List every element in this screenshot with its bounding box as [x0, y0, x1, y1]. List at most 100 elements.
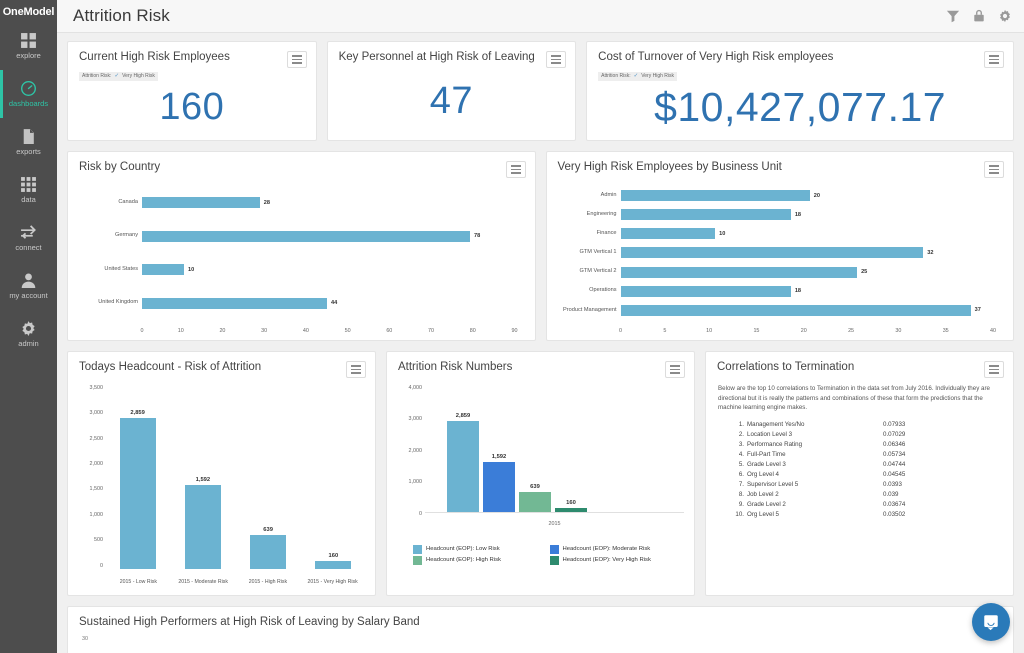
- card-menu-button[interactable]: [546, 51, 566, 68]
- gear-icon[interactable]: [998, 9, 1012, 23]
- chat-widget-button[interactable]: [972, 603, 1010, 641]
- chart-card-todays-headcount: Todays Headcount - Risk of Attrition 3,5…: [67, 351, 376, 596]
- bar[interactable]: [142, 197, 260, 208]
- bar-column: 2,859: [447, 384, 479, 513]
- bar[interactable]: [185, 485, 221, 569]
- bar-row: 44: [142, 298, 521, 309]
- kpi-card-cost-of-turnover: Cost of Turnover of Very High Risk emplo…: [586, 41, 1014, 141]
- axis-tick: 1,000: [74, 513, 106, 518]
- bar[interactable]: [315, 561, 351, 569]
- bar[interactable]: [621, 247, 924, 258]
- bar[interactable]: [142, 264, 184, 275]
- axis-tick: 0: [141, 328, 144, 334]
- axis-tick: 70: [428, 328, 434, 334]
- axis-tick: 3,500: [74, 386, 106, 391]
- bar[interactable]: [621, 305, 971, 316]
- card-menu-button[interactable]: [984, 161, 1004, 178]
- plot-area: 20181032251837 0510152025303540: [621, 186, 1000, 336]
- bar[interactable]: [483, 462, 515, 513]
- chart-area: AdminEngineeringFinanceGTM Vertical 1GTM…: [547, 178, 1014, 340]
- correlation-name: Performance Rating: [744, 440, 802, 450]
- legend-item[interactable]: Headcount (EOP): Moderate Risk: [550, 545, 681, 554]
- bar[interactable]: [621, 209, 791, 220]
- axis-tick: 30: [895, 328, 901, 334]
- card-menu-button[interactable]: [984, 51, 1004, 68]
- sidebar-item-exports[interactable]: exports: [0, 118, 57, 166]
- filter-icon[interactable]: [946, 9, 960, 23]
- card-menu-button[interactable]: [665, 361, 685, 378]
- category-label: 2015 - Low Risk: [106, 579, 171, 585]
- card-title: Current High Risk Employees: [79, 51, 230, 65]
- bar[interactable]: [621, 286, 791, 297]
- sidebar-item-dashboards[interactable]: dashboards: [0, 70, 57, 118]
- axis-tick: 90: [511, 328, 517, 334]
- bar[interactable]: [621, 267, 858, 278]
- bar-row: 20: [621, 190, 1000, 201]
- bar[interactable]: [250, 535, 286, 569]
- card-header: Risk by Country: [68, 152, 535, 178]
- bar[interactable]: [447, 421, 479, 513]
- correlation-row: 7.Supervisor Level 50.0393: [730, 480, 1001, 490]
- sidebar-item-data[interactable]: data: [0, 166, 57, 214]
- correlation-value: 0.07029: [883, 430, 1001, 440]
- bar-value-label: 160: [566, 500, 576, 506]
- y-axis-tick: 30: [82, 636, 1013, 642]
- sidebar-item-label: connect: [15, 244, 41, 252]
- bar[interactable]: [142, 298, 327, 309]
- bar-value-label: 44: [331, 300, 337, 306]
- filter-pill: Attrition Risk: ✓ Very High Risk: [598, 72, 677, 81]
- category-label: Admin: [555, 193, 621, 199]
- gauge-icon: [20, 80, 37, 97]
- axis-line: [425, 512, 684, 513]
- correlation-value: 0.039: [883, 490, 1001, 500]
- sidebar-item-my-account[interactable]: my account: [0, 262, 57, 310]
- sidebar-item-connect[interactable]: connect: [0, 214, 57, 262]
- plot-area: 2,8591,592639160 2015: [425, 384, 684, 539]
- lower-charts-row: Todays Headcount - Risk of Attrition 3,5…: [67, 351, 1014, 596]
- bar[interactable]: [519, 492, 551, 513]
- document-icon: [20, 128, 37, 145]
- axis-tick: 10: [178, 328, 184, 334]
- correlation-rank: 2.: [730, 430, 744, 440]
- bars: 20181032251837: [621, 186, 1000, 320]
- chart-card-attrition-risk-numbers: Attrition Risk Numbers 4,0003,0002,0001,…: [386, 351, 695, 596]
- axis-tick: 4,000: [393, 386, 425, 391]
- legend-item[interactable]: Headcount (EOP): Very High Risk: [550, 556, 681, 565]
- bar[interactable]: [120, 418, 156, 569]
- correlation-row: 3.Performance Rating0.06346: [730, 440, 1001, 450]
- sidebar-item-label: explore: [16, 52, 41, 60]
- lock-icon[interactable]: [972, 9, 986, 23]
- category-labels: CanadaGermanyUnited StatesUnited Kingdom: [76, 186, 142, 336]
- bar[interactable]: [621, 228, 716, 239]
- axis-tick: 10: [706, 328, 712, 334]
- bar-column: 639: [519, 384, 551, 513]
- correlation-row: 8.Job Level 20.039: [730, 490, 1001, 500]
- legend-item[interactable]: Headcount (EOP): High Risk: [413, 556, 544, 565]
- top-bar-actions: [946, 9, 1012, 23]
- card-title: Risk by Country: [79, 161, 160, 175]
- sidebar-item-admin[interactable]: admin: [0, 310, 57, 358]
- bars: 2,8591,592639160: [106, 384, 365, 569]
- card-menu-button[interactable]: [287, 51, 307, 68]
- gear-icon: [20, 320, 37, 337]
- arrows-exchange-icon: [20, 224, 37, 241]
- correlation-name: Org Level 4: [744, 470, 779, 480]
- axis-tick: 20: [801, 328, 807, 334]
- bar[interactable]: [142, 231, 470, 242]
- bar[interactable]: [621, 190, 810, 201]
- sidebar-item-label: exports: [16, 148, 41, 156]
- card-menu-button[interactable]: [346, 361, 366, 378]
- card-menu-button[interactable]: [984, 361, 1004, 378]
- correlation-rank: 3.: [730, 440, 744, 450]
- kpi-card-current-high-risk: Current High Risk Employees Attrition Ri…: [67, 41, 317, 141]
- axis-tick: 2,000: [74, 462, 106, 467]
- bar-value-label: 78: [474, 233, 480, 239]
- correlation-rank: 5.: [730, 460, 744, 470]
- sidebar-item-explore[interactable]: explore: [0, 22, 57, 70]
- bar-column: 1,592: [185, 384, 221, 569]
- card-menu-button[interactable]: [506, 161, 526, 178]
- legend-item[interactable]: Headcount (EOP): Low Risk: [413, 545, 544, 554]
- correlation-value: 0.03674: [883, 500, 1001, 510]
- chart-area: 3,5003,0002,5002,0001,5001,0005000 2,859…: [68, 378, 375, 595]
- correlation-value: 0.04545: [883, 470, 1001, 480]
